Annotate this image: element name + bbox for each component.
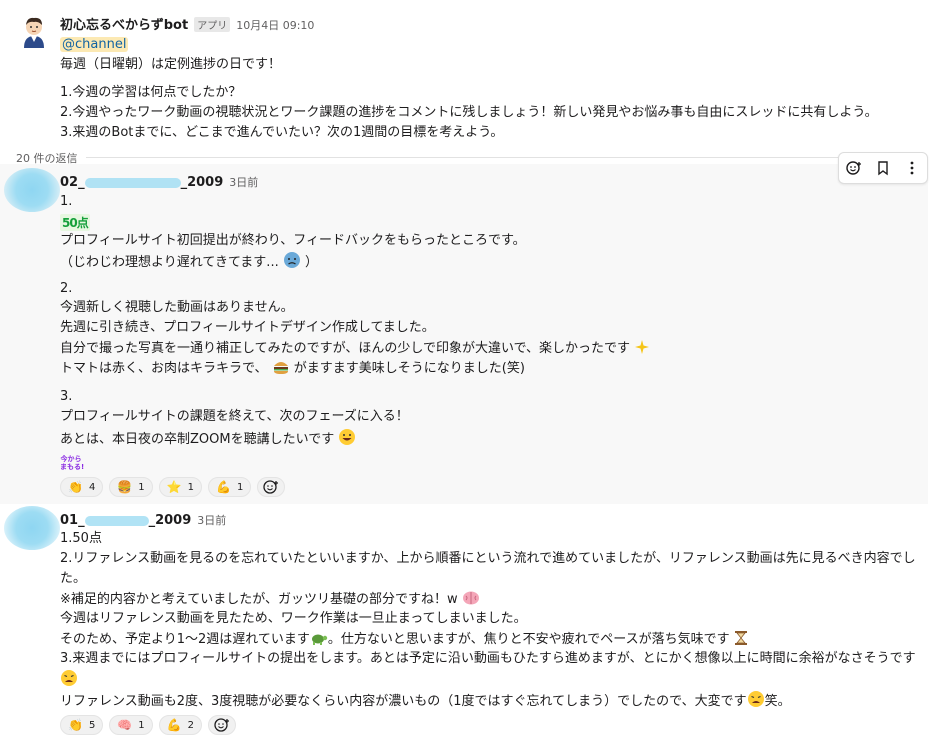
app-badge: アプリ xyxy=(194,17,231,32)
channel-mention[interactable]: @channel xyxy=(60,37,129,52)
message-line: 今週新しく視聴した動画はありません。 xyxy=(60,300,294,315)
clap-icon: 👏 xyxy=(68,480,83,494)
reply-time[interactable]: 3日前 xyxy=(229,174,258,190)
grinning-face-icon xyxy=(338,428,356,452)
slack-thread-view: 初心忘るべからずbot アプリ 10月4日 09:10 @channel 毎週（… xyxy=(0,0,930,742)
message-line: あとは、本日夜の卒制ZOOMを聴講したいです xyxy=(60,428,356,452)
text-span: ※補足的内容かと考えていましたが、ガッツリ基礎の部分ですね！w xyxy=(60,592,458,607)
reaction-bar: 👏 4 🍔 1 ⭐ 1 💪 1 xyxy=(60,477,286,497)
message-line: 1. xyxy=(60,194,73,209)
message-line: プロフィールサイトの課題を終えて、次のフェーズに入る！ xyxy=(60,409,409,424)
text-span: あとは、本日夜の卒制ZOOMを聴講したいです xyxy=(60,432,335,447)
reaction-count: 1 xyxy=(236,481,244,493)
brain-icon: 🧠 xyxy=(117,718,133,732)
message-line: トマトは赤く、お肉はキラキラで、 がますます美味しそうになりました(笑) xyxy=(60,359,525,381)
sparkles-icon xyxy=(634,339,650,361)
message-line: 毎週（日曜朝）は定例進捗の日です！ xyxy=(60,57,282,72)
message-line: 1.今週の学習は何点でしたか？ xyxy=(60,85,242,100)
divider-rule xyxy=(86,157,928,158)
mention-line: @channel xyxy=(60,36,129,54)
text-span: （じわじわ理想より遅れてきてます... xyxy=(60,255,279,270)
hourglass-icon xyxy=(734,630,748,652)
message-line: た。 xyxy=(60,571,87,586)
text-span: ） xyxy=(305,255,319,270)
reaction-count: 1 xyxy=(187,481,194,493)
reaction-clap[interactable]: 👏 4 xyxy=(60,477,104,497)
bot-avatar[interactable] xyxy=(16,12,52,48)
bookmark-icon[interactable] xyxy=(872,157,894,179)
emoji-reaction-icon[interactable] xyxy=(843,157,865,179)
message-line: そのため、予定より1〜2週は遅れています 。仕方ないと思いますが、焦りと不安や疲れ… xyxy=(60,630,748,652)
text-span: リファレンス動画も2度、3度視聴が必要なくらい内容が濃いもの（1度ではすぐ忘れて… xyxy=(60,694,747,709)
message-line: 自分で撮った写真を一通り補正してみたのですが、ほんの少しで印象が大違いで、楽しか… xyxy=(60,339,650,361)
score-stamp: 50点 xyxy=(60,214,90,231)
sweat-face-icon xyxy=(283,251,301,275)
reaction-count: 4 xyxy=(88,481,96,493)
message-line: 3.来週のBotまでに、どこまで進んでいたい？次の1週間の目標を考えよう。 xyxy=(60,125,504,140)
custom-stamp: 今から まもる! xyxy=(60,455,85,471)
message-line: 1.50点 xyxy=(60,531,102,546)
parent-header: 初心忘るべからずbot アプリ 10月4日 09:10 xyxy=(60,14,314,33)
message-line: 3. xyxy=(60,389,73,404)
text-span: 笑。 xyxy=(764,694,791,709)
muscle-icon: 💪 xyxy=(166,718,182,732)
message-line: 2.今週やったワーク動画の視聴状況とワーク課題の進捗をコメントに残しましょう！新… xyxy=(60,105,878,120)
user-name-prefix: 01_ xyxy=(60,513,85,528)
reply-header: 02_ _2009 3日前 xyxy=(60,174,258,190)
reaction-muscle[interactable]: 💪 1 xyxy=(207,477,252,497)
message-line: プロフィールサイト初回提出が終わり、フィードバックをもらったところです。 xyxy=(60,233,526,248)
timestamp[interactable]: 10月4日 09:10 xyxy=(236,17,314,33)
user-name-suffix: _2009 xyxy=(148,513,192,528)
message-line: ※補足的内容かと考えていましたが、ガッツリ基礎の部分ですね！w xyxy=(60,590,480,612)
text-span: 。仕方ないと思いますが、焦りと不安や疲れでペースが落ち気味です xyxy=(327,632,730,647)
turtle-icon xyxy=(310,630,328,652)
brain-icon xyxy=(462,590,480,612)
user-name[interactable]: 01_ _2009 xyxy=(60,513,191,528)
burger-icon: 🍔 xyxy=(117,480,133,494)
reaction-clap[interactable]: 👏 5 xyxy=(60,715,104,735)
user-avatar[interactable] xyxy=(4,506,60,550)
text-span: トマトは赤く、お肉はキラキラで、 xyxy=(60,361,268,376)
reaction-bar: 👏 5 🧠 1 💪 2 xyxy=(60,715,236,735)
message-line: 2. xyxy=(60,281,73,296)
text-span: 自分で撮った写真を一通り補正してみたのですが、ほんの少しで印象が大違いで、楽しか… xyxy=(60,341,631,356)
bot-name[interactable]: 初心忘るべからずbot xyxy=(60,14,188,33)
reaction-muscle[interactable]: 💪 2 xyxy=(158,715,202,735)
reaction-burger[interactable]: 🍔 1 xyxy=(109,477,153,497)
message-line: 2.リファレンス動画を見るのを忘れていたといいますか、上から順番にという流れで進… xyxy=(60,551,916,566)
message-line: 3.来週までにはプロフィールサイトの提出をします。あとは予定に沿い動画もひたすら… xyxy=(60,651,916,666)
reply-time[interactable]: 3日前 xyxy=(197,512,226,528)
text-span: がますます美味しそうになりました(笑) xyxy=(293,361,525,376)
hamburger-icon xyxy=(272,359,290,381)
reaction-brain[interactable]: 🧠 1 xyxy=(109,715,153,735)
parent-message: 初心忘るべからずbot アプリ 10月4日 09:10 @channel 毎週（… xyxy=(0,0,930,150)
add-reaction-button[interactable] xyxy=(207,715,236,735)
thread-reply-divider: 20 件の返信 xyxy=(16,150,928,166)
star-icon: ⭐ xyxy=(166,480,182,494)
tired-face-icon xyxy=(747,690,765,714)
text-span: そのため、予定より1〜2週は遅れています xyxy=(60,632,310,647)
user-avatar[interactable] xyxy=(4,168,60,212)
message-line: 先週に引き続き、プロフィールサイトデザイン作成してました。 xyxy=(60,320,435,335)
reaction-count: 1 xyxy=(138,719,145,731)
message-line: 今週はリファレンス動画を見たため、ワーク作業は一旦止まってしまいました。 xyxy=(60,611,527,626)
reaction-count: 2 xyxy=(187,719,194,731)
add-reaction-button[interactable] xyxy=(257,477,286,497)
muscle-icon: 💪 xyxy=(215,480,231,494)
user-name[interactable]: 02_ _2009 xyxy=(60,175,223,190)
reaction-count: 5 xyxy=(88,719,96,731)
redacted-name xyxy=(84,515,149,526)
message-line: リファレンス動画も2度、3度視聴が必要なくらい内容が濃いもの（1度ではすぐ忘れて… xyxy=(60,690,791,714)
message-actions-toolbar xyxy=(838,152,928,184)
more-icon[interactable] xyxy=(901,157,923,179)
reaction-star[interactable]: ⭐ 1 xyxy=(158,477,202,497)
clap-icon: 👏 xyxy=(68,718,83,732)
user-name-suffix: _2009 xyxy=(180,175,224,190)
redacted-name xyxy=(84,177,181,188)
user-name-prefix: 02_ xyxy=(60,175,85,190)
reaction-count: 1 xyxy=(138,481,145,493)
message-line: （じわじわ理想より遅れてきてます... ） xyxy=(60,251,318,275)
reply-header: 01_ _2009 3日前 xyxy=(60,512,226,528)
